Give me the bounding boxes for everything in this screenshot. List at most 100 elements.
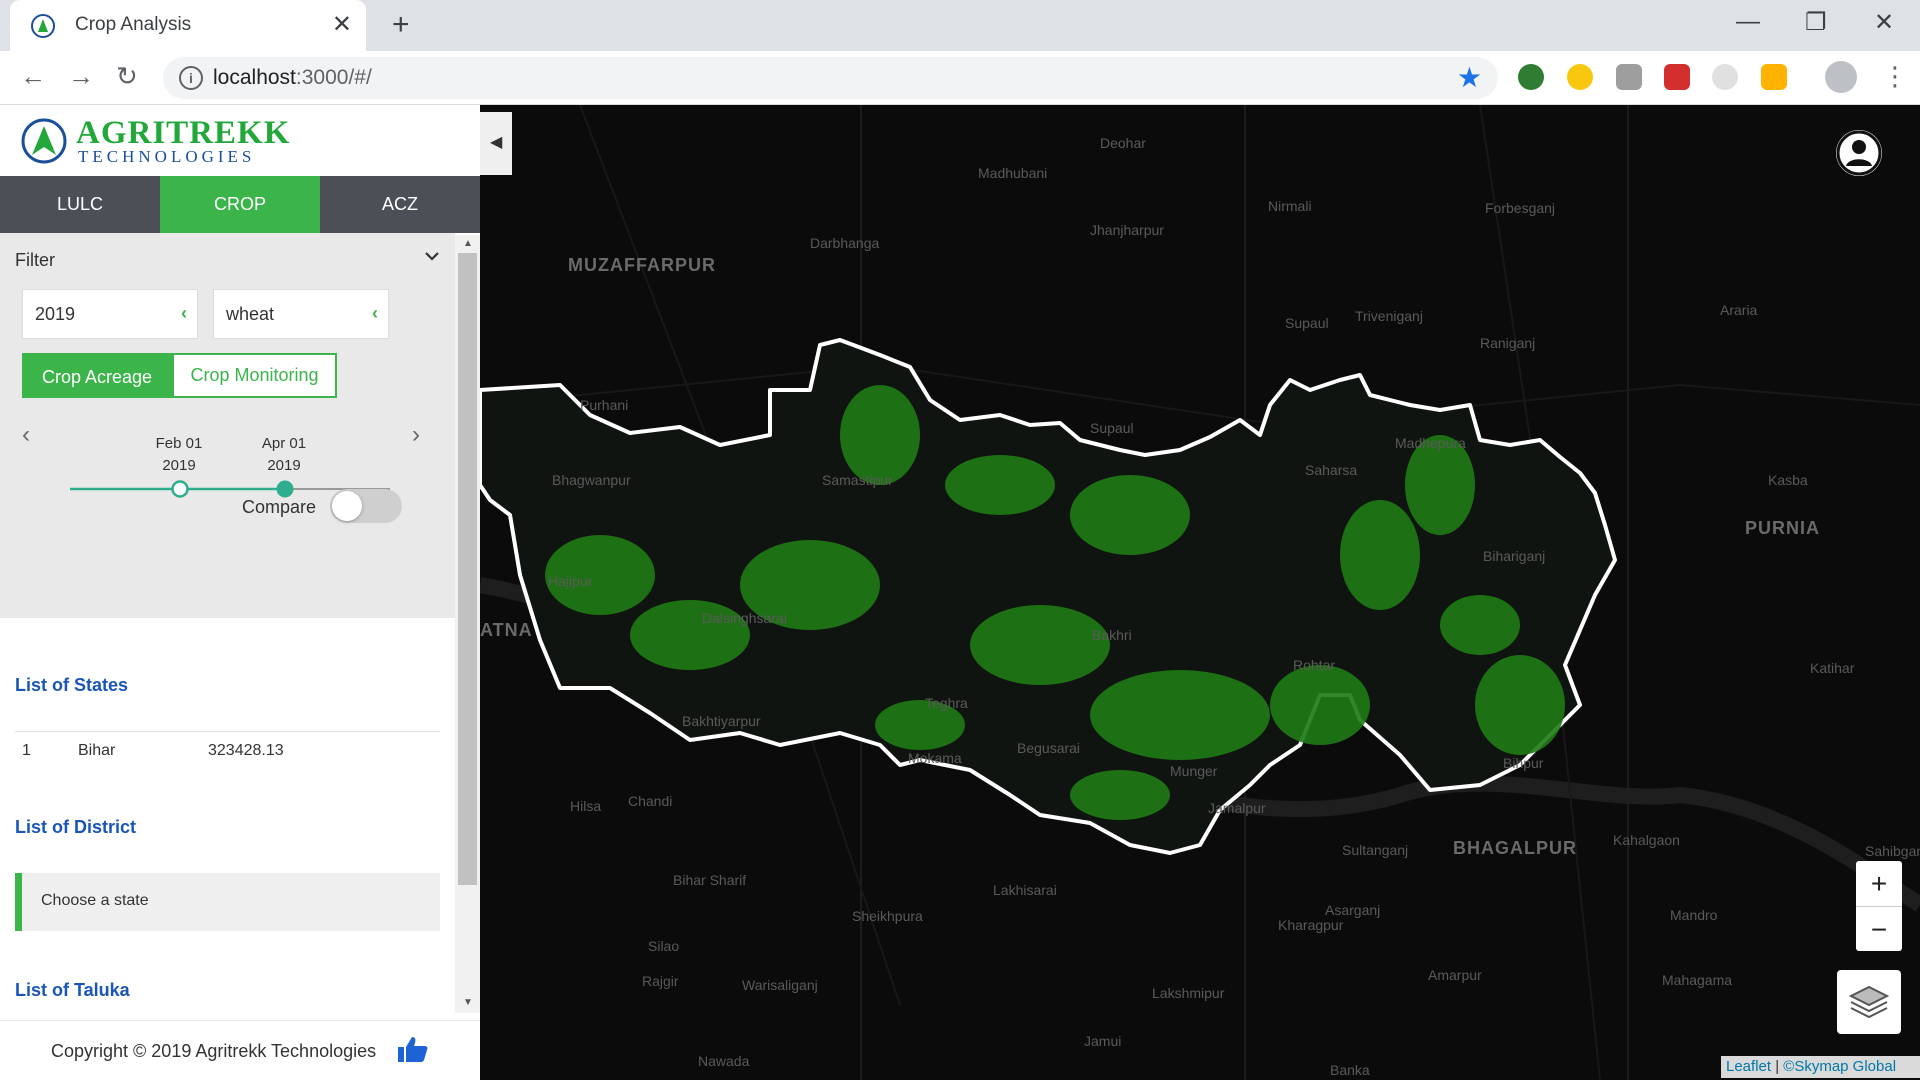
sidebar-scrollbar[interactable]: ▲ ▼ [455, 235, 480, 1013]
sidebar-collapse-button[interactable]: ◀ [480, 112, 512, 175]
reload-icon[interactable]: ↻ [116, 61, 138, 92]
browser-tabstrip: Crop Analysis ✕ + — ❐ ✕ [0, 0, 1920, 51]
back-icon[interactable]: ← [20, 61, 46, 92]
bookmark-star-icon[interactable]: ★ [1457, 61, 1482, 94]
taluka-heading: List of Taluka [15, 980, 130, 1000]
browser-menu-icon[interactable]: ⋮ [1882, 61, 1908, 92]
district-placeholder[interactable]: Choose a state [15, 873, 440, 931]
scrollbar-thumb[interactable] [458, 253, 477, 885]
timeline-next-icon[interactable]: › [412, 421, 420, 449]
place-label: Madhepura [1395, 435, 1466, 451]
filter-title: Filter [15, 250, 55, 270]
crop-acreage-button[interactable]: Crop Acreage [22, 353, 172, 398]
chevron-down-icon[interactable] [423, 247, 441, 265]
window-close-icon[interactable]: ✕ [1874, 8, 1894, 37]
place-label: Mokama [908, 750, 962, 766]
state-name: Bihar [78, 742, 116, 759]
layers-button[interactable] [1837, 970, 1901, 1034]
place-label: Bhagwanpur [552, 472, 631, 488]
map-canvas[interactable]: MUZAFFARPUR Darbhanga Madhubani Deohar J… [480, 105, 1920, 1080]
year-value: 2019 [35, 304, 76, 324]
brand-logo: AGRITREKK TECHNOLOGIES [20, 115, 289, 166]
place-label: Samastipur [822, 472, 893, 488]
year-select[interactable]: 2019 ‹ [22, 289, 198, 339]
place-label: BHAGALPUR [1453, 838, 1577, 858]
states-heading: List of States [15, 675, 129, 695]
scroll-up-icon[interactable]: ▲ [463, 238, 473, 249]
address-bar[interactable]: i localhost:3000/#/ ★ [163, 57, 1498, 99]
tab-lulc[interactable]: LULC [0, 176, 160, 233]
new-tab-icon[interactable]: + [392, 8, 410, 42]
place-label: Rajgir [642, 973, 679, 989]
extension-target-icon[interactable] [1712, 64, 1738, 90]
place-label: Madhubani [978, 165, 1048, 181]
browser-tab[interactable]: Crop Analysis ✕ [10, 0, 366, 51]
site-info-icon[interactable]: i [179, 66, 203, 90]
crop-select[interactable]: wheat ‹ [213, 289, 389, 339]
zoom-out-button[interactable]: − [1856, 907, 1902, 952]
place-label: Kasba [1768, 472, 1808, 488]
compare-label: Compare [242, 497, 317, 517]
place-label: Katihar [1810, 660, 1855, 676]
copyright-text: Copyright © 2019 Agritrekk Technologies [51, 1041, 377, 1061]
tiles-link[interactable]: ©Skymap Global [1783, 1058, 1896, 1075]
tab-crop[interactable]: CROP [160, 176, 320, 233]
place-label: Bihariganj [1483, 548, 1546, 564]
timeline-label-end: Apr 01 2019 [261, 435, 307, 474]
place-label: Silao [648, 938, 680, 954]
place-label: Bakhri [1092, 627, 1132, 643]
profile-avatar[interactable] [1825, 61, 1857, 93]
zoom-in-button[interactable]: + [1856, 861, 1902, 907]
place-label: Amarpur [1428, 967, 1482, 983]
scroll-down-icon[interactable]: ▼ [463, 997, 473, 1008]
extension-download-icon[interactable] [1616, 64, 1642, 90]
place-label: Bakhtiyarpur [682, 713, 761, 729]
extension-red-icon[interactable] [1664, 64, 1690, 90]
timeline-label-start: Feb 01 2019 [155, 435, 203, 474]
chevron-left-icon: ‹ [372, 303, 378, 323]
tab-acz[interactable]: ACZ [320, 176, 480, 233]
app-favicon-icon [31, 14, 55, 38]
compare-toggle[interactable] [330, 489, 402, 523]
place-label: Kahalgaon [1613, 832, 1680, 848]
place-label: Deohar [1100, 135, 1146, 151]
place-label: Mandro [1670, 907, 1718, 923]
place-label: Hilsa [570, 798, 602, 814]
place-label: Jamui [1084, 1033, 1122, 1049]
minimize-icon[interactable]: — [1736, 8, 1760, 36]
logo-mark-icon [21, 118, 67, 164]
place-label: Araria [1720, 302, 1758, 318]
place-label: Saharsa [1305, 462, 1358, 478]
zoom-control: + − [1856, 861, 1902, 951]
timeline-handle-start [171, 480, 189, 498]
leaflet-link[interactable]: Leaflet [1726, 1058, 1771, 1075]
filter-panel: Filter 2019 ‹ wheat ‹ Crop Acreage Crop … [0, 233, 455, 618]
place-label: PURNIA [1745, 518, 1821, 538]
place-label: Munger [1170, 763, 1218, 779]
region-boundary [480, 338, 1617, 855]
user-account-icon[interactable] [1836, 130, 1882, 176]
place-label: Supaul [1285, 315, 1329, 331]
place-label: Begusarai [1017, 740, 1081, 756]
timeline-prev-icon[interactable]: ‹ [22, 421, 30, 449]
state-value: 323428.13 [208, 742, 284, 759]
extension-globe-icon[interactable] [1518, 64, 1544, 90]
crop-value: wheat [226, 304, 275, 324]
extension-plus-icon[interactable] [1567, 64, 1593, 90]
place-label: Purhani [580, 397, 629, 413]
place-label: Rohtar [1293, 657, 1336, 673]
place-label: MUZAFFARPUR [568, 255, 716, 275]
restore-icon[interactable]: ❐ [1805, 8, 1827, 37]
place-label: Forbesganj [1485, 200, 1556, 216]
place-label: Lakshmipur [1152, 985, 1225, 1001]
crop-monitoring-button[interactable]: Crop Monitoring [172, 353, 337, 398]
place-label: Hajipur [548, 573, 593, 589]
toggle-knob [332, 491, 362, 521]
place-label: Chandi [628, 793, 673, 809]
thumbs-up-icon[interactable] [396, 1035, 428, 1063]
url-text: localhost:3000/#/ [213, 66, 372, 89]
tab-close-icon[interactable]: ✕ [332, 10, 352, 39]
extension-pen-icon[interactable] [1761, 64, 1787, 90]
forward-icon[interactable]: → [68, 61, 94, 92]
place-label: Nirmali [1268, 198, 1312, 214]
